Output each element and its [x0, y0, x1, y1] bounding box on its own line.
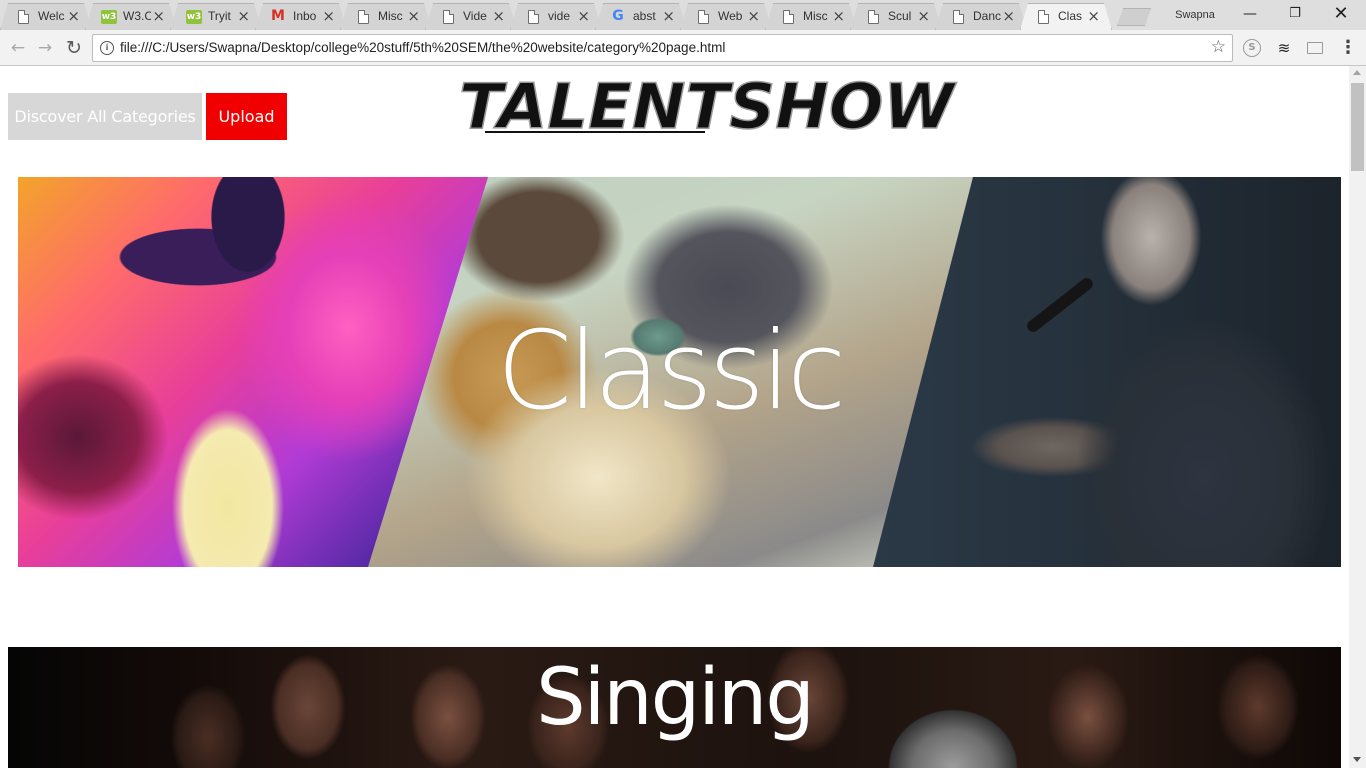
browser-toolbar: ← → ↻ i file:///C:/Users/Swapna/Desktop/… — [0, 30, 1366, 66]
browser-tab[interactable]: M Inbo × — [255, 3, 347, 30]
bookmark-star-icon[interactable]: ☆ — [1211, 37, 1226, 57]
close-icon[interactable]: × — [152, 7, 165, 25]
browser-tab[interactable]: Misc × — [765, 3, 857, 30]
page-icon — [868, 10, 879, 24]
vertical-scrollbar[interactable] — [1349, 66, 1366, 768]
restore-icon[interactable]: ❐ — [1272, 0, 1318, 28]
category-banner-classic[interactable]: Classic — [18, 177, 1341, 567]
browser-tab[interactable]: Scul × — [850, 3, 942, 30]
close-icon[interactable]: × — [322, 7, 335, 25]
browser-tab[interactable]: Misc × — [340, 3, 432, 30]
tab-title: Web — [718, 9, 743, 23]
close-icon[interactable]: × — [747, 7, 760, 25]
url-text[interactable]: file:///C:/Users/Swapna/Desktop/college%… — [120, 35, 725, 61]
tab-title: Misc — [803, 9, 828, 23]
discover-all-categories-button[interactable]: Discover All Categories — [8, 93, 202, 140]
reload-icon[interactable]: ↻ — [62, 36, 86, 60]
forward-arrow-icon[interactable]: → — [33, 36, 57, 60]
category-banner-singing[interactable]: Singing — [8, 647, 1341, 768]
minimize-icon[interactable]: — — [1227, 0, 1273, 28]
address-bar[interactable]: i file:///C:/Users/Swapna/Desktop/colleg… — [92, 34, 1233, 62]
page-icon — [528, 10, 539, 24]
tab-title: Inbo — [293, 9, 317, 23]
browser-tab-active[interactable]: Clas × — [1020, 3, 1112, 30]
tab-title: Welc — [38, 9, 65, 23]
close-icon[interactable]: × — [67, 7, 80, 25]
close-icon[interactable]: × — [577, 7, 590, 25]
layers-extension-icon[interactable]: ≋ — [1275, 39, 1293, 57]
page-icon — [443, 10, 454, 24]
tab-title: Scul — [888, 9, 912, 23]
tab-title: Clas — [1058, 9, 1083, 23]
skype-extension-icon[interactable]: S — [1243, 39, 1261, 57]
scroll-down-arrow-icon[interactable] — [1353, 757, 1361, 762]
scroll-up-arrow-icon[interactable] — [1353, 70, 1361, 75]
upload-button[interactable]: Upload — [206, 93, 287, 140]
page-icon — [783, 10, 794, 24]
close-icon[interactable]: × — [917, 7, 930, 25]
browser-tab[interactable]: w3 Tryit × — [170, 3, 262, 30]
back-arrow-icon[interactable]: ← — [6, 36, 30, 60]
tab-title: W3.C — [123, 9, 151, 23]
tab-title: Danc — [973, 9, 1001, 23]
close-icon[interactable]: × — [1002, 7, 1015, 25]
scrollbar-thumb[interactable] — [1351, 83, 1364, 171]
close-icon[interactable]: × — [492, 7, 505, 25]
page-icon — [1038, 10, 1049, 24]
close-icon[interactable]: × — [1087, 7, 1100, 25]
page-icon — [698, 10, 709, 24]
tab-title: vide — [548, 9, 571, 23]
profile-name[interactable]: Swapna — [1166, 7, 1224, 23]
tab-title: Tryit — [208, 9, 231, 23]
menu-icon[interactable]: ⋮ — [1339, 39, 1357, 57]
close-icon[interactable]: × — [407, 7, 420, 25]
browser-tab[interactable]: Web × — [680, 3, 772, 30]
category-title-classic: Classic — [496, 309, 847, 434]
w3-icon: w3 — [186, 10, 202, 24]
browser-tab[interactable]: Welc × — [0, 3, 92, 30]
w3-icon: w3 — [101, 10, 117, 24]
info-icon[interactable]: i — [100, 41, 114, 55]
tab-title: Vide — [463, 9, 487, 23]
category-title-singing: Singing — [536, 653, 815, 743]
browser-tab[interactable]: vide × — [510, 3, 602, 30]
tab-title: abst — [633, 9, 656, 23]
browser-tab[interactable]: Vide × — [425, 3, 517, 30]
talentshow-logo[interactable]: TALENTSHOW — [455, 74, 960, 146]
page-icon — [953, 10, 964, 24]
gmail-icon: M — [271, 8, 285, 24]
tab-title: Misc — [378, 9, 403, 23]
page-viewport: Discover All Categories Upload TALENTSHO… — [0, 66, 1349, 768]
close-icon[interactable]: × — [237, 7, 250, 25]
cast-icon[interactable] — [1307, 42, 1323, 54]
page-icon — [18, 10, 29, 24]
page-icon — [358, 10, 369, 24]
close-icon[interactable]: × — [662, 7, 675, 25]
browser-tab[interactable]: w3 W3.C × — [85, 3, 177, 30]
window-close-icon[interactable]: ✕ — [1318, 0, 1364, 28]
google-icon: G — [612, 8, 624, 24]
new-tab-button[interactable] — [1117, 8, 1151, 26]
browser-tab-strip: Welc × w3 W3.C × w3 Tryit × M Inbo × Mis… — [0, 0, 1366, 30]
browser-tab[interactable]: Danc × — [935, 3, 1027, 30]
browser-tab[interactable]: G abst × — [595, 3, 687, 30]
close-icon[interactable]: × — [832, 7, 845, 25]
